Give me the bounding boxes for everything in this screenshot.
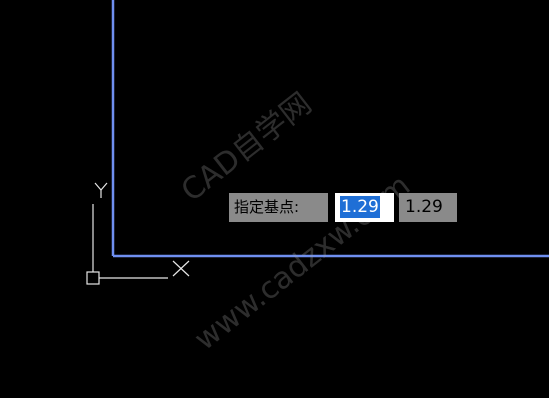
drawing-canvas[interactable]: CAD自学网 www.cadzxw.com 指定基点: 1.29 1.29 bbox=[0, 0, 549, 398]
dynamic-input-y-field[interactable]: 1.29 bbox=[399, 193, 457, 222]
dynamic-input-x-value[interactable]: 1.29 bbox=[340, 196, 380, 218]
ucs-icon bbox=[86, 182, 190, 285]
dynamic-input-prompt: 指定基点: bbox=[229, 193, 328, 222]
dynamic-input-x-field[interactable]: 1.29 bbox=[335, 193, 394, 222]
